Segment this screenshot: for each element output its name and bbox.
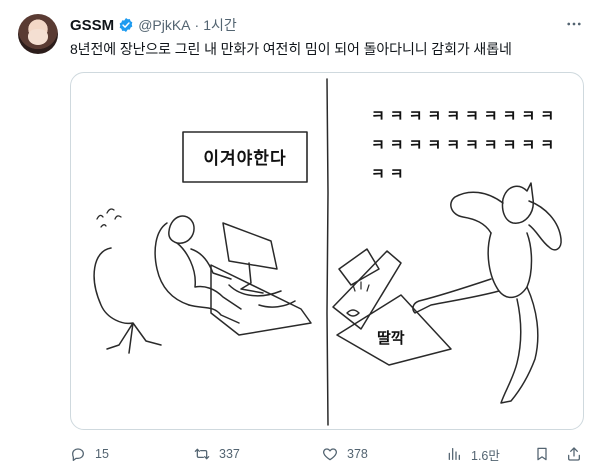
author-handle[interactable]: @PjkKA (138, 17, 190, 33)
retweet-button[interactable]: 337 (194, 444, 240, 464)
sfx-text: 딸깍 (377, 329, 405, 347)
separator-dot: · (194, 17, 200, 33)
retweet-count: 337 (219, 447, 240, 461)
person-head (168, 215, 195, 244)
comic-image: 이겨야한다 ㅋㅋㅋㅋㅋㅋㅋㅋㅋㅋ ㅋㅋㅋㅋㅋㅋㅋㅋㅋㅋ ㅋㅋ 딸깍 (93, 78, 562, 426)
figure-torso (487, 232, 533, 299)
sweat-drops (96, 208, 122, 228)
share-icon (568, 447, 580, 461)
monitor (222, 222, 278, 270)
tweet-media[interactable]: 이겨야한다 ㅋㅋㅋㅋㅋㅋㅋㅋㅋㅋ ㅋㅋㅋㅋㅋㅋㅋㅋㅋㅋ ㅋㅋ 딸깍 (70, 72, 584, 430)
reply-icon (72, 448, 84, 461)
figure-leg-right (500, 286, 539, 404)
mouse (346, 309, 360, 317)
laugh-line-2: ㅋㅋㅋㅋㅋㅋㅋㅋㅋㅋ (371, 136, 559, 154)
more-button[interactable] (562, 14, 586, 34)
views-button[interactable]: 1.6만 (446, 444, 500, 464)
caption-text: 이겨야한다 (203, 149, 286, 169)
verified-badge-icon (119, 18, 133, 32)
views-count: 1.6만 (471, 448, 500, 463)
figure-arm-right (528, 200, 562, 251)
laugh-line-1: ㅋㅋㅋㅋㅋㅋㅋㅋㅋㅋ (371, 107, 559, 125)
reply-count: 15 (95, 447, 109, 461)
figure-head (501, 182, 534, 224)
more-icon (567, 22, 581, 26)
tweet-text: 8년전에 장난으로 그린 내 만화가 여전히 밈이 되어 돌아다니니 감회가 새… (70, 41, 512, 57)
figure-leg-left (412, 278, 500, 314)
like-count: 378 (347, 447, 368, 461)
person-body (176, 242, 242, 324)
laugh-line-3: ㅋㅋ (371, 165, 409, 183)
avatar[interactable] (18, 14, 58, 54)
desk (210, 264, 312, 336)
chair (93, 247, 162, 354)
bookmark-button[interactable] (534, 444, 550, 464)
bookmark-icon (537, 447, 547, 461)
reply-button[interactable]: 15 (70, 444, 109, 464)
share-button[interactable] (566, 444, 582, 464)
like-button[interactable]: 378 (322, 444, 368, 464)
tweet-timestamp[interactable]: 1시간 (203, 15, 237, 35)
keyboard-cable (228, 284, 296, 308)
views-icon (448, 448, 460, 460)
figure-arm-left (450, 191, 504, 234)
tweet-header: GSSM @PjkKA · 1시간 (70, 15, 237, 35)
author-name[interactable]: GSSM (70, 17, 114, 34)
heart-icon (323, 448, 337, 461)
retweet-icon (194, 448, 210, 460)
action-bar: 15 337 378 1.6만 (70, 444, 590, 464)
panel-divider (326, 78, 329, 426)
person-back (154, 222, 190, 306)
